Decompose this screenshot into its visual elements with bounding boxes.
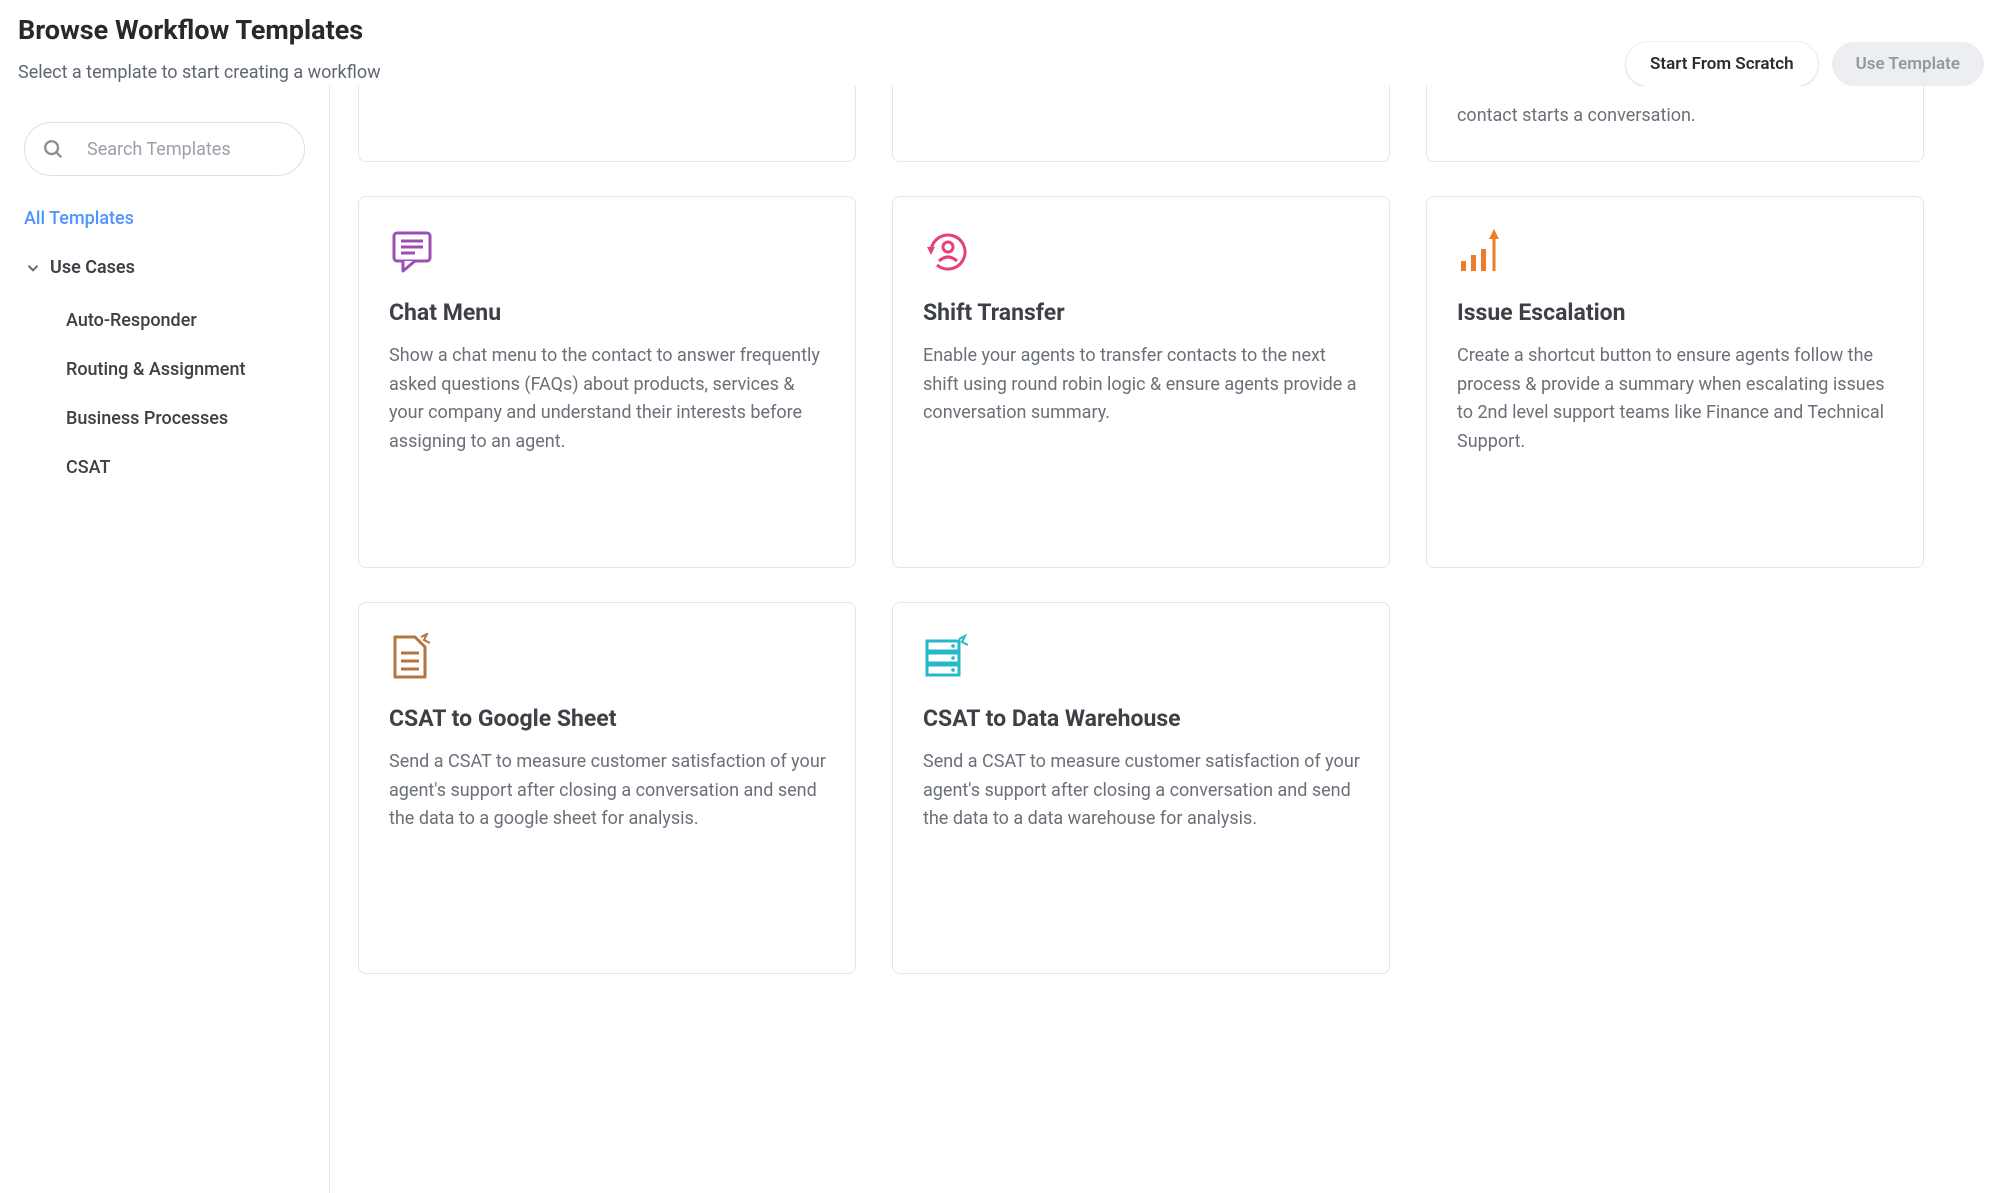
escalation-icon (1457, 227, 1895, 277)
card-title: CSAT to Google Sheet (389, 705, 827, 732)
card-title: CSAT to Data Warehouse (923, 705, 1361, 732)
card-title: Chat Menu (389, 299, 827, 326)
page-subtitle: Select a template to start creating a wo… (18, 62, 381, 83)
template-card[interactable] (892, 86, 1390, 162)
template-card[interactable]: contact starts a conversation. (1426, 86, 1924, 162)
shift-transfer-icon (923, 227, 1361, 277)
use-template-button[interactable]: Use Template (1832, 42, 1984, 86)
card-title: Shift Transfer (923, 299, 1361, 326)
card-desc: Enable your agents to transfer contacts … (923, 342, 1361, 428)
card-desc-fragment: contact starts a conversation. (1457, 102, 1895, 131)
chat-icon (389, 227, 827, 277)
nav-section-title: Use Cases (50, 257, 135, 278)
nav-item-auto-responder[interactable]: Auto-Responder (66, 296, 305, 345)
page-title: Browse Workflow Templates (18, 14, 381, 46)
main-content: contact starts a conversation. (330, 86, 2000, 1193)
card-desc: Send a CSAT to measure customer satisfac… (389, 748, 827, 834)
template-card-csat-data-warehouse[interactable]: CSAT to Data Warehouse Send a CSAT to me… (892, 602, 1390, 974)
template-card-chat-menu[interactable]: Chat Menu Show a chat menu to the contac… (358, 196, 856, 568)
template-card-shift-transfer[interactable]: Shift Transfer Enable your agents to tra… (892, 196, 1390, 568)
template-card-csat-google-sheet[interactable]: CSAT to Google Sheet Send a CSAT to meas… (358, 602, 856, 974)
search-icon (42, 138, 64, 160)
chevron-down-icon (24, 259, 42, 277)
nav-item-business-processes[interactable]: Business Processes (66, 394, 305, 443)
card-title: Issue Escalation (1457, 299, 1895, 326)
card-desc: Send a CSAT to measure customer satisfac… (923, 748, 1361, 834)
template-card[interactable] (358, 86, 856, 162)
card-desc: Create a shortcut button to ensure agent… (1457, 342, 1895, 457)
search-input[interactable] (24, 122, 305, 176)
start-from-scratch-button[interactable]: Start From Scratch (1626, 42, 1818, 86)
google-sheet-icon (389, 633, 827, 683)
nav-section-use-cases[interactable]: Use Cases (24, 247, 305, 288)
sidebar: All Templates Use Cases Auto-Responder R… (0, 86, 330, 1193)
template-card-issue-escalation[interactable]: Issue Escalation Create a shortcut butto… (1426, 196, 1924, 568)
nav-item-csat[interactable]: CSAT (66, 443, 305, 492)
card-desc: Show a chat menu to the contact to answe… (389, 342, 827, 457)
nav-item-routing-assignment[interactable]: Routing & Assignment (66, 345, 305, 394)
nav-all-templates[interactable]: All Templates (24, 198, 305, 239)
data-warehouse-icon (923, 633, 1361, 683)
